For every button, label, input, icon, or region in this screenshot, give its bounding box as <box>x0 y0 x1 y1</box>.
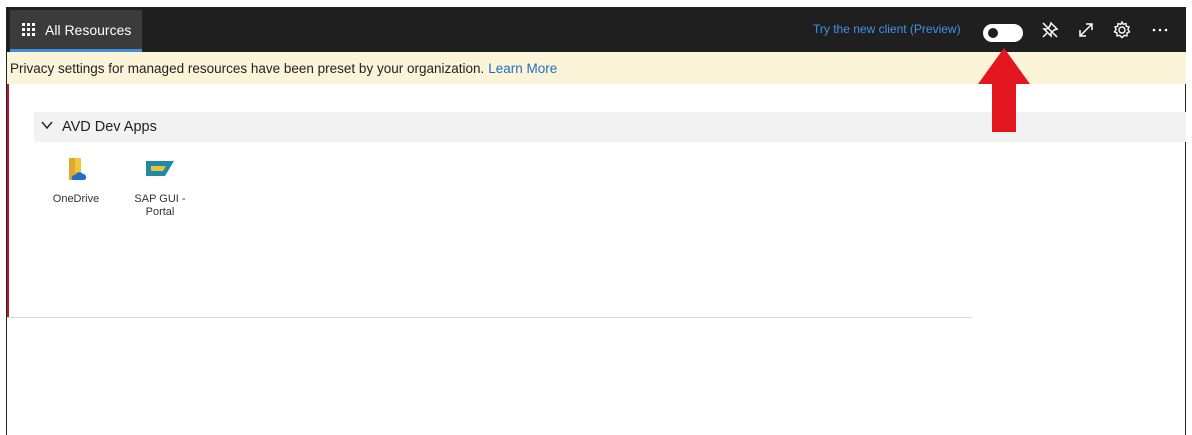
app-tile-sap-gui-portal[interactable]: SAP GUI - Portal <box>130 156 190 219</box>
top-bar: All Resources Try the new client (Previe… <box>7 7 1186 52</box>
content-bottom-divider <box>7 317 972 318</box>
app-label: SAP GUI - Portal <box>134 193 186 218</box>
app-launcher-icon <box>22 23 35 36</box>
onedrive-icon <box>69 158 87 180</box>
tab-all-resources[interactable]: All Resources <box>10 10 142 52</box>
more-icon[interactable] <box>1149 19 1171 41</box>
tab-label: All Resources <box>45 21 132 38</box>
expand-icon[interactable] <box>1075 19 1097 41</box>
app-label: OneDrive <box>52 193 100 205</box>
toggle-knob <box>988 28 998 38</box>
annotation-arrow <box>976 48 1032 139</box>
learn-more-link[interactable]: Learn More <box>488 61 557 76</box>
banner-text: Privacy settings for managed resources h… <box>10 60 485 76</box>
chevron-down-icon <box>40 118 54 136</box>
try-new-client-link[interactable]: Try the new client (Preview) <box>813 22 961 36</box>
content-left-border <box>7 84 9 317</box>
app-tile-onedrive[interactable]: OneDrive <box>46 156 106 206</box>
group-name: AVD Dev Apps <box>62 119 157 135</box>
pin-off-icon[interactable] <box>1039 19 1061 41</box>
new-client-toggle[interactable] <box>983 24 1023 42</box>
sap-gui-icon <box>146 161 174 176</box>
gear-icon[interactable] <box>1111 19 1133 41</box>
